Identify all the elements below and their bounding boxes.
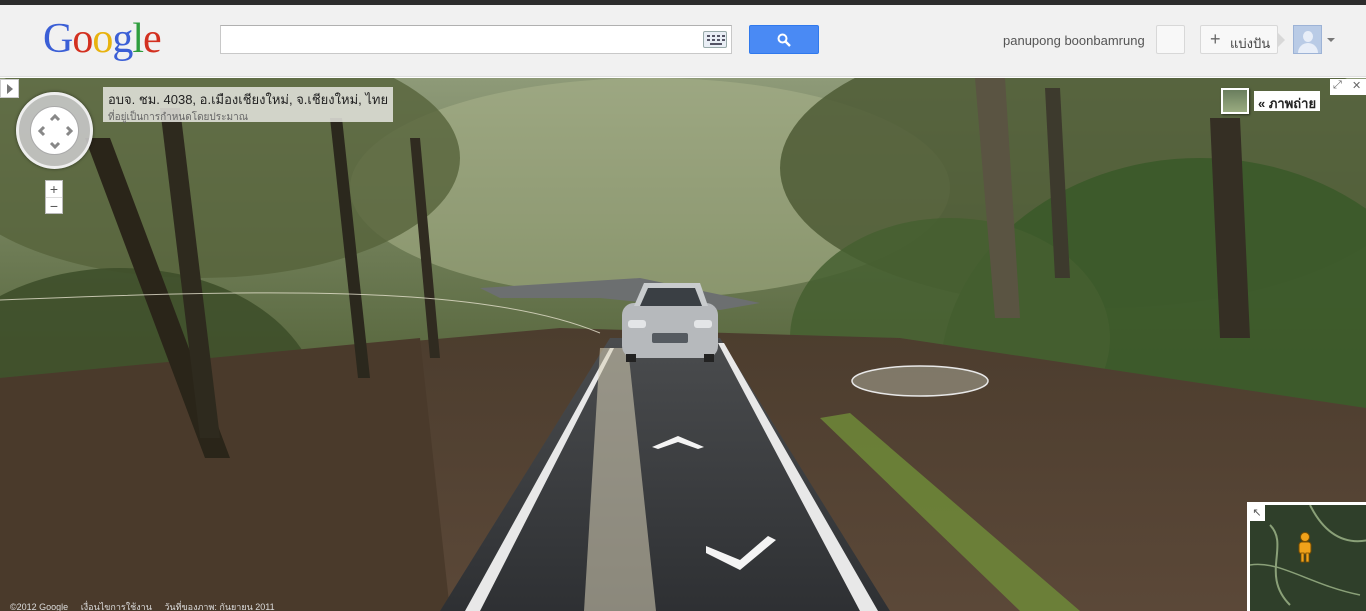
pegman-icon[interactable]: [1296, 532, 1314, 564]
zoom-control: + −: [45, 180, 63, 214]
plus-icon: +: [1210, 29, 1221, 49]
copyright-text: ©2012 Google: [10, 602, 69, 611]
expand-panel-button[interactable]: [0, 79, 19, 98]
address-text[interactable]: อบจ. ชม. 4038, อ.เมืองเชียงใหม่, จ.เชียง…: [108, 89, 388, 110]
footer: ©2012 Google เงื่อนไขการใช้งาน วันที่ของ…: [10, 600, 285, 611]
logo-letter: l: [132, 16, 144, 62]
street-view-scene: [0, 78, 1366, 611]
logo-letter: o: [72, 16, 93, 62]
navigation-cursor[interactable]: [851, 365, 989, 397]
search-icon: [777, 33, 791, 47]
street-view-window-controls: ⤢ ✕: [1330, 79, 1366, 95]
street-view-panorama[interactable]: [0, 78, 1366, 611]
terms-link[interactable]: เงื่อนไขการใช้งาน: [81, 602, 152, 611]
pan-control-icon[interactable]: [16, 92, 93, 169]
image-date-text: วันที่ของภาพ: กันยายน 2011: [164, 602, 275, 611]
username-link[interactable]: panupong boonbamrung: [1003, 33, 1145, 48]
logo-letter: e: [143, 16, 162, 62]
keyboard-icon[interactable]: [703, 31, 727, 48]
zoom-in-button[interactable]: +: [46, 181, 62, 197]
compass-arrows: [37, 113, 74, 150]
address-note: ที่อยู่เป็นการกำหนดโดยประมาณ: [108, 112, 248, 123]
avatar-icon[interactable]: [1293, 25, 1322, 54]
chevron-down-icon[interactable]: [1327, 38, 1335, 42]
search-input[interactable]: [220, 25, 732, 54]
address-box: อบจ. ชม. 4038, อ.เมืองเชียงใหม่, จ.เชียง…: [103, 87, 394, 123]
google-logo[interactable]: Google: [43, 16, 162, 62]
header: Google panupong boonbamrung + แบ่งปัน: [0, 5, 1366, 77]
fullscreen-icon[interactable]: ⤢: [1333, 79, 1342, 92]
share-label: แบ่งปัน: [1230, 36, 1271, 51]
minimap-collapse-icon[interactable]: ↖: [1249, 505, 1265, 521]
photo-thumbnail[interactable]: [1221, 88, 1249, 114]
share-button[interactable]: + แบ่งปัน: [1200, 25, 1285, 54]
logo-letter: o: [92, 16, 113, 62]
close-icon[interactable]: ✕: [1352, 79, 1361, 92]
notifications-button[interactable]: [1156, 25, 1185, 54]
photos-label[interactable]: « ภาพถ่าย: [1254, 91, 1321, 111]
zoom-out-button[interactable]: −: [46, 197, 62, 214]
logo-letter: g: [112, 16, 133, 62]
logo-letter: G: [43, 16, 73, 62]
search-button[interactable]: [749, 25, 819, 54]
